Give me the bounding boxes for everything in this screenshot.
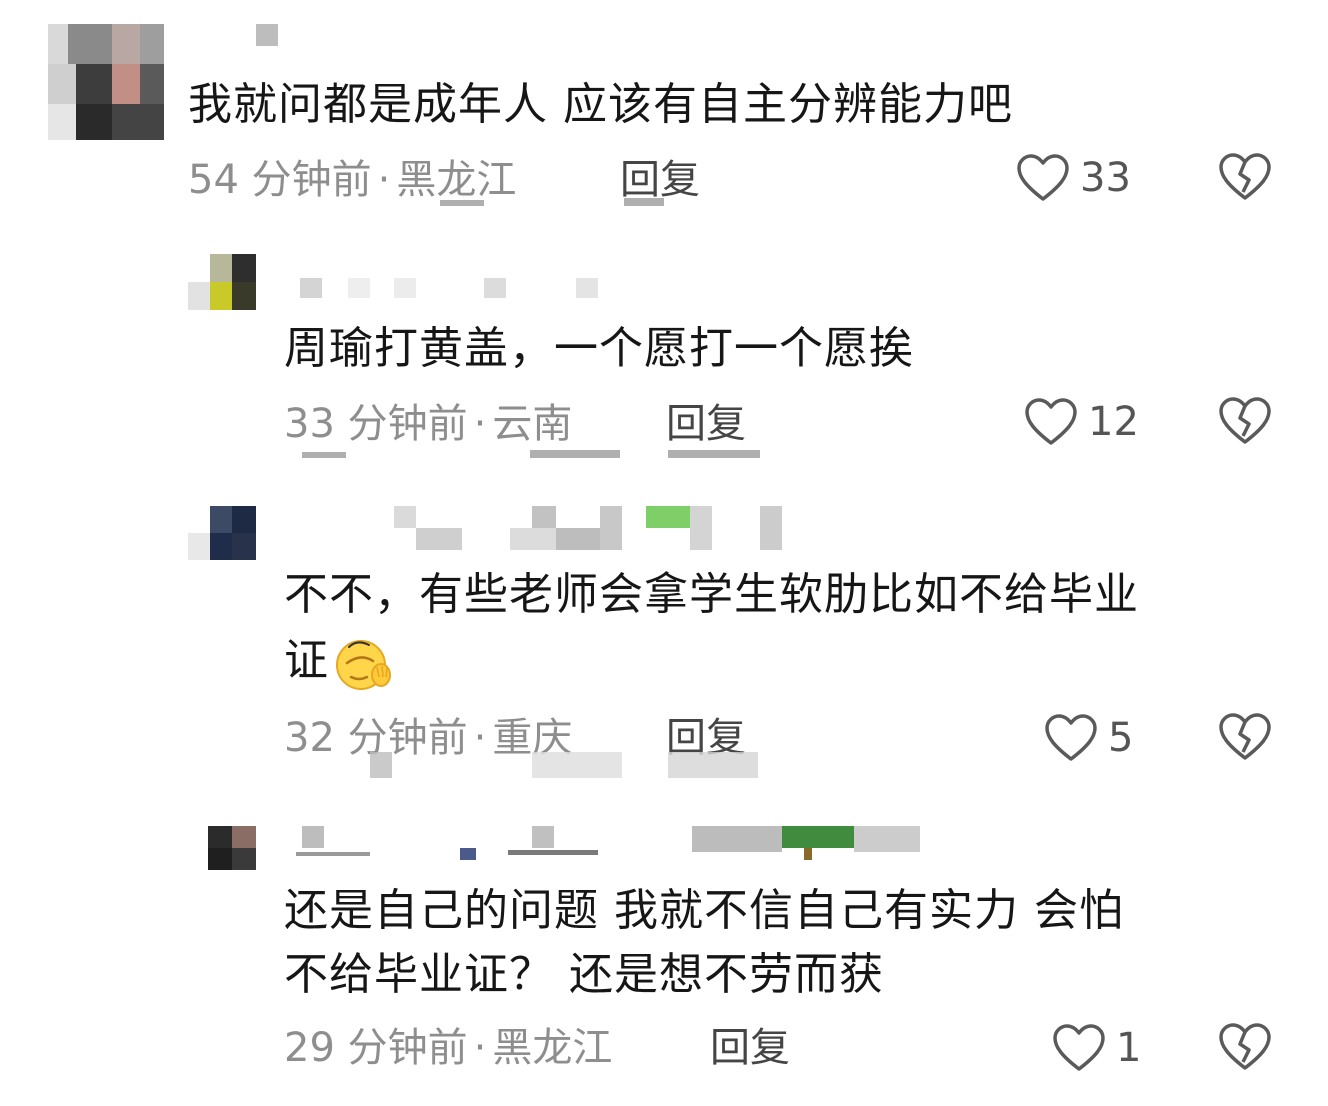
comment-text-line-2: 不给毕业证？ 还是想不劳而获 [284,949,884,1000]
like-count: 33 [1080,155,1131,201]
comment-time: 29 分钟前 [284,1025,468,1071]
comment-meta: 32 分钟前 · 重庆 [284,714,572,762]
meta-separator: · [473,715,487,761]
avatar[interactable] [188,506,256,560]
username-blurred[interactable] [296,826,926,872]
avatar[interactable] [48,24,164,140]
reply-button[interactable]: 回复 [710,1024,790,1072]
redaction-smudge [440,200,484,206]
heart-outline-icon [1045,714,1097,761]
like-button[interactable]: 12 [1024,394,1139,450]
comment-text-line-1: 还是自己的问题 我就不信自己有实力 会怕 [284,885,1124,936]
like-button[interactable]: 33 [1016,150,1131,206]
username-blurred[interactable] [394,506,794,552]
redaction-smudge [302,452,346,458]
redaction-smudge [370,752,392,778]
redaction-smudge [668,752,758,778]
comment-meta: 54 分钟前 · 黑龙江 [188,156,516,204]
comment-meta: 29 分钟前 · 黑龙江 [284,1024,612,1072]
reply-button[interactable]: 回复 [666,400,746,448]
like-button[interactable]: 1 [1052,1020,1141,1076]
like-count: 1 [1116,1025,1142,1071]
broken-heart-icon[interactable] [1218,1022,1272,1072]
comment-time: 33 分钟前 [284,401,468,447]
username-blurred[interactable] [250,24,290,70]
broken-heart-icon[interactable] [1218,712,1272,762]
heart-outline-icon [1025,398,1077,445]
avatar[interactable] [188,254,256,310]
comment-time: 54 分钟前 [188,157,372,203]
username-blurred[interactable] [300,276,600,322]
heart-outline-icon [1053,1024,1105,1071]
avatar[interactable] [208,826,256,870]
comment-text-line-2-text: 证 [284,635,329,686]
meta-separator: · [473,1025,487,1071]
like-button[interactable]: 5 [1044,710,1133,766]
comment-text-line-2: 证 [284,630,393,693]
comment-location: 黑龙江 [492,1025,613,1071]
meta-separator: · [377,157,391,203]
comment-meta: 33 分钟前 · 云南 [284,400,572,448]
facepalm-emoji [336,640,391,690]
redaction-smudge [530,450,620,458]
redaction-smudge [668,450,760,458]
comment-thread: 我就问都是成年人 应该有自主分辨能力吧 54 分钟前 · 黑龙江 回复 33 周… [0,0,1328,1106]
like-count: 12 [1088,399,1139,445]
reply-button[interactable]: 回复 [620,156,700,204]
heart-outline-icon [1017,154,1069,201]
meta-separator: · [473,401,487,447]
redaction-smudge [624,198,664,206]
comment-location: 云南 [492,401,573,447]
like-count: 5 [1108,715,1134,761]
comment-location: 黑龙江 [396,157,517,203]
comment-text-line-1: 不不，有些老师会拿学生软肋比如不给毕业 [284,569,1139,620]
comment-text: 周瑜打黄盖，一个愿打一个愿挨 [284,323,914,374]
comment-text: 我就问都是成年人 应该有自主分辨能力吧 [188,79,1013,130]
broken-heart-icon[interactable] [1218,396,1272,446]
redaction-smudge [532,752,622,778]
broken-heart-icon[interactable] [1218,152,1272,202]
